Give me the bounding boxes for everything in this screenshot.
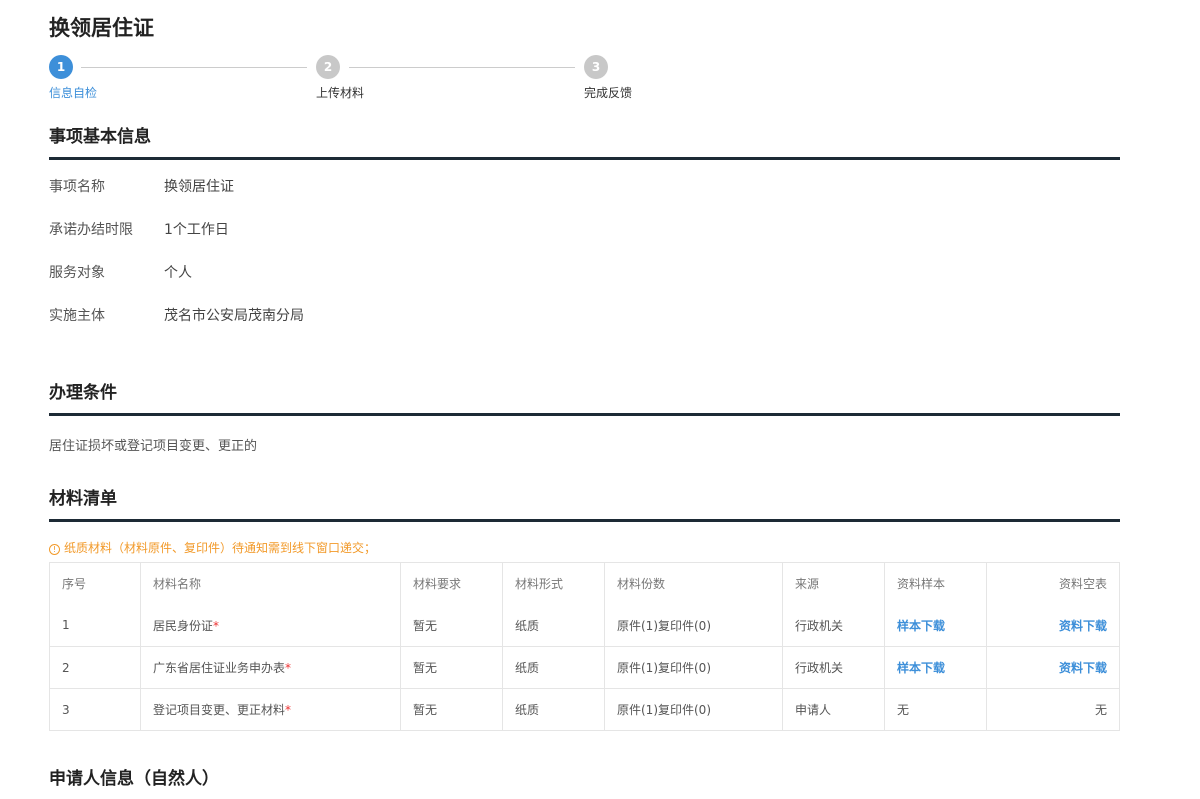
- column-header: 序号: [49, 562, 141, 605]
- step-3: 3 完成反馈: [584, 55, 632, 100]
- blank-download-link[interactable]: 资料下载: [1059, 661, 1107, 675]
- step-number: 2: [316, 55, 340, 79]
- info-label: 承诺办结时限: [49, 222, 133, 238]
- info-value: 个人: [164, 265, 192, 281]
- step-label: 信息自检: [49, 86, 98, 100]
- section-heading-conditions: 办理条件: [49, 378, 1120, 416]
- required-mark: *: [285, 661, 292, 675]
- cell-copies: 原件(1)复印件(0): [604, 604, 783, 647]
- step-number: 1: [49, 55, 73, 79]
- section-heading-basic: 事项基本信息: [49, 122, 1120, 160]
- section-heading-applicant: 申请人信息（自然人）: [49, 769, 219, 789]
- required-mark: *: [285, 703, 292, 717]
- materials-table: 序号 材料名称 材料要求 材料形式 材料份数 来源 资料样本 资料空表 1 居民…: [49, 562, 1120, 731]
- column-header: 材料要求: [400, 562, 503, 605]
- table-row: 2 广东省居住证业务申办表* 暂无 纸质 原件(1)复印件(0) 行政机关 样本…: [49, 646, 1120, 689]
- info-row: 事项名称 换领居住证: [49, 176, 234, 196]
- info-label: 实施主体: [49, 308, 105, 324]
- table-row: 1 居民身份证* 暂无 纸质 原件(1)复印件(0) 行政机关 样本下载 资料下…: [49, 604, 1120, 647]
- info-value: 茂名市公安局茂南分局: [164, 308, 304, 324]
- column-header: 来源: [782, 562, 885, 605]
- column-header: 资料空表: [986, 562, 1120, 605]
- step-label: 上传材料: [316, 86, 365, 100]
- cell-copies: 原件(1)复印件(0): [604, 688, 783, 731]
- cell-copies: 原件(1)复印件(0): [604, 646, 783, 689]
- conditions-text: 居住证损坏或登记项目变更、更正的: [49, 439, 258, 454]
- cell-name: 登记项目变更、更正材料*: [140, 688, 401, 731]
- cell-requirement: 暂无: [400, 604, 503, 647]
- info-label: 事项名称: [49, 179, 105, 195]
- column-header: 材料形式: [502, 562, 605, 605]
- info-value: 1个工作日: [164, 222, 229, 238]
- blank-download-link[interactable]: 资料下载: [1059, 619, 1107, 633]
- cell-no: 1: [49, 604, 141, 647]
- cell-no: 2: [49, 646, 141, 689]
- step-number: 3: [584, 55, 608, 79]
- table-header-row: 序号 材料名称 材料要求 材料形式 材料份数 来源 资料样本 资料空表: [49, 562, 1120, 605]
- section-heading-materials: 材料清单: [49, 484, 1120, 522]
- page-title: 换领居住证: [49, 16, 154, 40]
- info-label: 服务对象: [49, 265, 105, 281]
- info-row: 承诺办结时限 1个工作日: [49, 219, 229, 239]
- cell-requirement: 暂无: [400, 688, 503, 731]
- material-name: 广东省居住证业务申办表: [153, 661, 286, 675]
- info-value: 换领居住证: [164, 179, 234, 195]
- info-row: 服务对象 个人: [49, 262, 192, 282]
- sample-download-link[interactable]: 样本下载: [897, 619, 945, 633]
- cell-source: 行政机关: [782, 646, 885, 689]
- step-label: 完成反馈: [584, 86, 633, 100]
- cell-form: 纸质: [502, 646, 605, 689]
- material-name: 居民身份证: [153, 618, 214, 633]
- column-header: 材料名称: [140, 562, 401, 605]
- step-connector: [81, 67, 307, 68]
- cell-source: 申请人: [782, 688, 885, 731]
- sample-download-link[interactable]: 样本下载: [897, 661, 945, 675]
- materials-notice: ! 纸质材料（材料原件、复印件）待通知需到线下窗口递交；: [49, 539, 376, 556]
- step-1: 1 信息自检: [49, 55, 97, 100]
- progress-steps: 1 信息自检 2 上传材料 3 完成反馈: [49, 55, 649, 105]
- cell-form: 纸质: [502, 604, 605, 647]
- notice-text: 纸质材料（材料原件、复印件）待通知需到线下窗口递交；: [64, 541, 377, 555]
- info-row: 实施主体 茂名市公安局茂南分局: [49, 305, 304, 325]
- table-row: 3 登记项目变更、更正材料* 暂无 纸质 原件(1)复印件(0) 申请人 无 无: [49, 688, 1120, 731]
- required-mark: *: [213, 618, 220, 633]
- cell-source: 行政机关: [782, 604, 885, 647]
- info-circle-icon: !: [49, 544, 60, 555]
- cell-name: 广东省居住证业务申办表*: [140, 646, 401, 689]
- cell-form: 纸质: [502, 688, 605, 731]
- column-header: 资料样本: [884, 562, 987, 605]
- material-name: 登记项目变更、更正材料: [153, 703, 286, 717]
- step-connector: [349, 67, 575, 68]
- cell-requirement: 暂无: [400, 646, 503, 689]
- column-header: 材料份数: [604, 562, 783, 605]
- cell-sample: 无: [884, 688, 987, 731]
- cell-blank: 无: [986, 688, 1120, 731]
- cell-name: 居民身份证*: [140, 604, 401, 647]
- cell-no: 3: [49, 688, 141, 731]
- step-2: 2 上传材料: [316, 55, 364, 100]
